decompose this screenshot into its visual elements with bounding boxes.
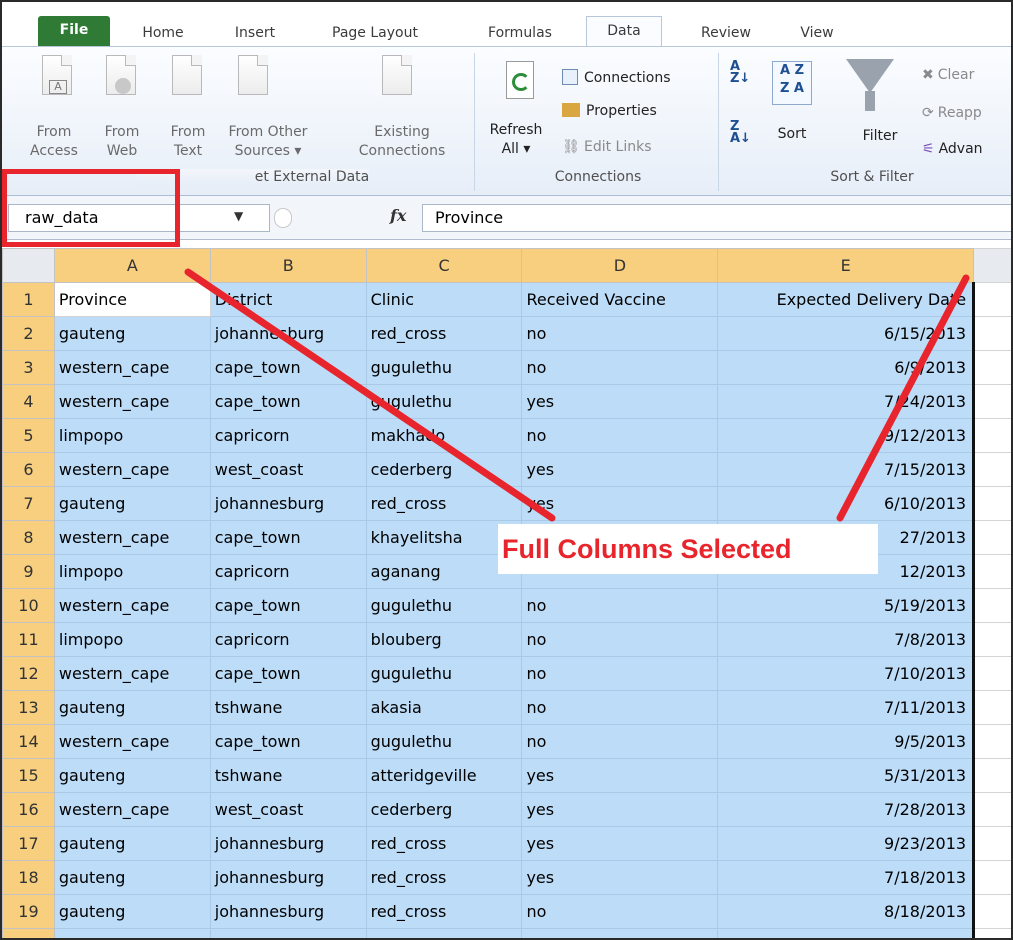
name-box-highlight — [2, 169, 180, 247]
annotation-arrows — [184, 268, 970, 522]
annotation-label: Full Columns Selected — [498, 524, 878, 574]
annotation-arrow-left — [184, 268, 556, 522]
annotation-arrow-right — [836, 274, 970, 522]
excel-window: File Home Insert Page Layout Formulas Da… — [0, 0, 1013, 940]
